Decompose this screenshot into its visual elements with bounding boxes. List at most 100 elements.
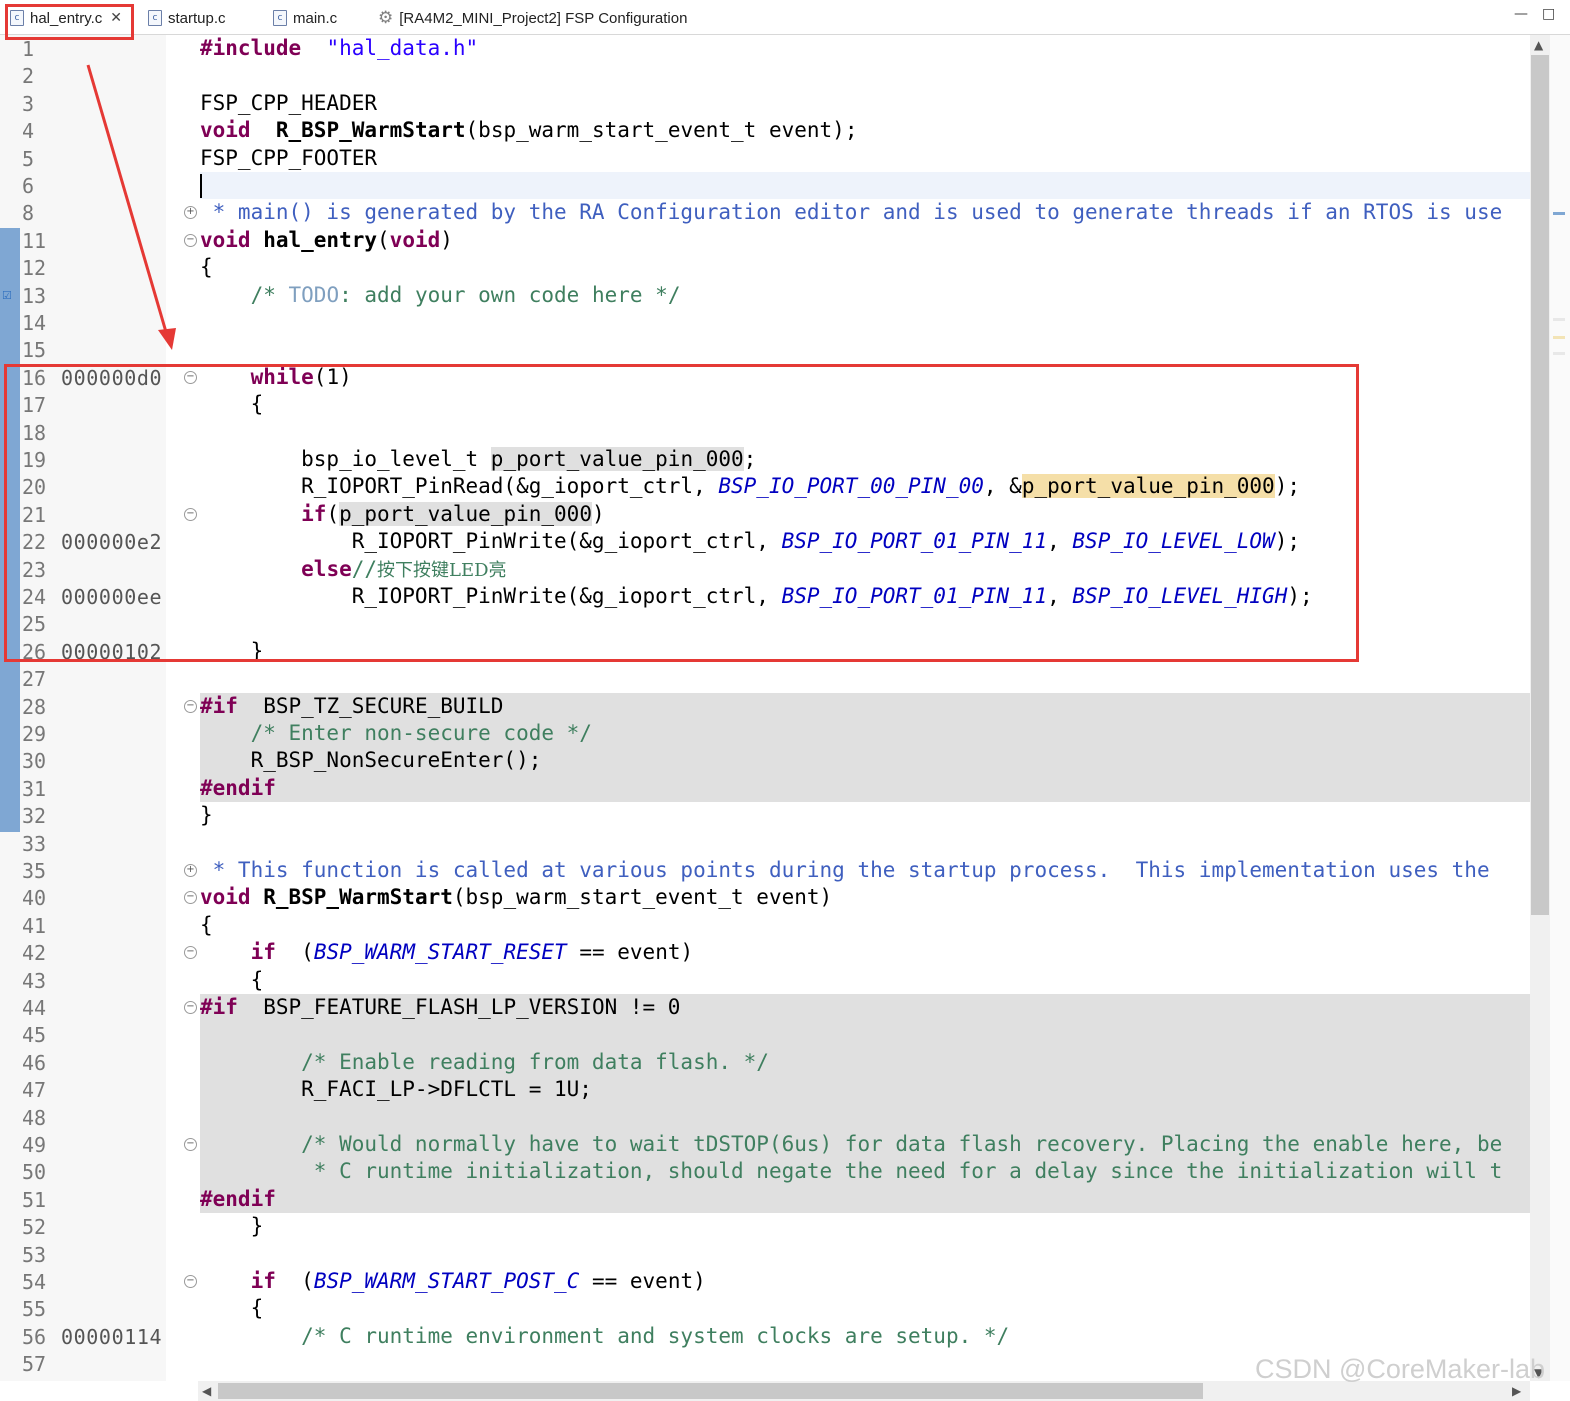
code-text: { bbox=[200, 967, 264, 994]
code-line[interactable]: 31 #endif bbox=[0, 774, 1530, 803]
overview-marker[interactable] bbox=[1553, 318, 1565, 321]
code-token: hal_entry bbox=[250, 227, 378, 252]
code-line[interactable]: 14 bbox=[0, 309, 1530, 336]
code-line[interactable]: 4 void R_BSP_WarmStart(bsp_warm_start_eve… bbox=[0, 117, 1530, 144]
tab-label: [RA4M2_MINI_Project2] FSP Configuration bbox=[399, 9, 688, 27]
fold-expand-icon[interactable]: + bbox=[184, 864, 197, 877]
code-text: #endif bbox=[200, 1186, 276, 1213]
fold-collapse-icon[interactable]: − bbox=[184, 1275, 197, 1288]
code-line[interactable]: 28 − #if BSP_TZ_SECURE_BUILD bbox=[0, 692, 1530, 720]
line-number: 11 bbox=[22, 228, 47, 253]
code-line[interactable]: 45 bbox=[0, 1021, 1530, 1049]
code-line[interactable]: 56 00000114 /* C runtime environment and … bbox=[0, 1323, 1530, 1350]
code-line[interactable]: 43 { bbox=[0, 967, 1530, 994]
overview-ruler[interactable] bbox=[1550, 35, 1570, 1381]
gear-icon: ⚙ bbox=[378, 8, 394, 28]
code-line[interactable]: 15 bbox=[0, 336, 1530, 363]
code-line[interactable]: 46 /* Enable reading from data flash. */ bbox=[0, 1048, 1530, 1077]
code-text: * This function is called at various poi… bbox=[200, 857, 1490, 884]
code-line[interactable]: 40 − void R_BSP_WarmStart(bsp_warm_start_e… bbox=[0, 884, 1530, 911]
code-line[interactable]: 33 bbox=[0, 830, 1530, 857]
code-line[interactable]: 48 bbox=[0, 1103, 1530, 1131]
code-line[interactable]: 29 /* Enter non-secure code */ bbox=[0, 720, 1530, 748]
code-line[interactable]: 44 − #if BSP_FEATURE_FLASH_LP_VERSION != 0 bbox=[0, 994, 1530, 1022]
code-text: R_BSP_NonSecureEnter(); bbox=[200, 747, 542, 774]
fold-collapse-icon[interactable]: − bbox=[184, 1138, 197, 1151]
code-line[interactable]: 49 − /* Would normally have to wait tDSTO… bbox=[0, 1131, 1530, 1159]
code-token: == event) bbox=[566, 940, 694, 965]
code-text: #if BSP_FEATURE_FLASH_LP_VERSION != 0 bbox=[200, 994, 680, 1021]
overview-marker[interactable] bbox=[1553, 212, 1565, 215]
fold-collapse-icon[interactable]: − bbox=[184, 233, 197, 247]
code-text: /* C runtime environment and system cloc… bbox=[200, 1323, 1009, 1350]
fold-collapse-icon[interactable]: − bbox=[184, 699, 197, 713]
overview-marker[interactable] bbox=[1553, 336, 1565, 339]
code-line[interactable]: 54 − if (BSP_WARM_START_POST_C == event) bbox=[0, 1268, 1530, 1295]
current-line-highlight bbox=[200, 172, 1530, 200]
overview-marker[interactable] bbox=[1553, 352, 1565, 355]
horizontal-scroll-thumb[interactable] bbox=[218, 1383, 1203, 1399]
line-number: 33 bbox=[22, 831, 47, 856]
code-token: R_FACI_LP->DFLCTL = 1U; bbox=[200, 1077, 592, 1102]
fold-expand-icon[interactable]: + bbox=[184, 206, 197, 220]
fold-collapse-icon[interactable]: − bbox=[184, 1001, 197, 1014]
code-token: /* Enter non-secure code */ bbox=[200, 721, 592, 745]
code-token: } bbox=[200, 1214, 264, 1239]
code-line[interactable]: 11− void hal_entry(void) bbox=[0, 227, 1530, 254]
code-line[interactable]: 5 FSP_CPP_FOOTER bbox=[0, 145, 1530, 172]
code-line[interactable]: 6 bbox=[0, 172, 1530, 200]
line-number: 14 bbox=[22, 311, 47, 335]
code-token: #include bbox=[200, 36, 302, 60]
code-editor[interactable]: 1 #include "hal_data.h" 2 3 FSP_CPP_HEADER 4 v… bbox=[0, 35, 1530, 1381]
maximize-button[interactable]: □ bbox=[1542, 6, 1555, 22]
code-line[interactable]: 1 #include "hal_data.h" bbox=[0, 35, 1530, 62]
code-line[interactable]: 52 } bbox=[0, 1213, 1530, 1240]
code-line[interactable]: 8 + * main() is generated by the RA Confi… bbox=[0, 199, 1530, 226]
line-number: 41 bbox=[22, 913, 47, 938]
code-line[interactable]: 3 FSP_CPP_HEADER bbox=[0, 90, 1530, 117]
code-line[interactable]: 2 bbox=[0, 62, 1530, 89]
code-token: : add your own code here */ bbox=[339, 282, 681, 307]
code-token: == event) bbox=[579, 1269, 706, 1293]
code-line[interactable]: 47 R_FACI_LP->DFLCTL = 1U; bbox=[0, 1076, 1530, 1104]
scroll-up-arrow-icon[interactable]: ▲ bbox=[1534, 38, 1543, 52]
c-file-icon: c bbox=[273, 10, 287, 26]
code-line[interactable]: 13 ☑ /* TODO: add your own code here */ bbox=[0, 282, 1530, 309]
tab-fsp-configuration[interactable]: ⚙ [RA4M2_MINI_Project2] FSP Configuratio… bbox=[378, 5, 687, 31]
scroll-left-arrow-icon[interactable]: ◀ bbox=[202, 1384, 211, 1398]
fold-collapse-icon[interactable]: − bbox=[184, 891, 197, 905]
annotation-tab-highlight bbox=[5, 4, 134, 40]
code-line[interactable]: 35 + * This function is called at various… bbox=[0, 857, 1530, 884]
code-token: BSP_WARM_START_POST_C bbox=[313, 1269, 580, 1293]
fold-collapse-icon[interactable]: − bbox=[184, 946, 197, 960]
code-line[interactable]: 51 #endif bbox=[0, 1185, 1530, 1214]
tab-startup[interactable]: c startup.c bbox=[148, 5, 226, 31]
code-line[interactable]: 41 { bbox=[0, 912, 1530, 939]
code-line[interactable]: 50 * C runtime initialization, should ne… bbox=[0, 1158, 1530, 1186]
code-line[interactable]: 12 { bbox=[0, 254, 1530, 281]
code-token: } bbox=[200, 803, 213, 828]
code-line[interactable]: 53 bbox=[0, 1241, 1530, 1268]
line-number: 54 bbox=[22, 1270, 47, 1294]
code-text: void R_BSP_WarmStart(bsp_warm_start_even… bbox=[200, 117, 857, 144]
code-line[interactable]: 27 bbox=[0, 665, 1530, 692]
code-line[interactable]: 42 − if (BSP_WARM_START_RESET == event) bbox=[0, 939, 1530, 966]
code-text: * C runtime initialization, should negat… bbox=[200, 1158, 1502, 1185]
code-text: * main() is generated by the RA Configur… bbox=[200, 199, 1503, 226]
text-caret bbox=[200, 174, 202, 198]
code-token: ( bbox=[377, 227, 390, 252]
line-number: 6 bbox=[22, 174, 35, 198]
tab-main[interactable]: c main.c bbox=[273, 5, 337, 31]
vertical-scroll-thumb[interactable] bbox=[1531, 55, 1549, 915]
code-line[interactable]: 32} bbox=[0, 802, 1530, 829]
scroll-right-arrow-icon[interactable]: ▶ bbox=[1512, 1384, 1521, 1398]
code-token: BSP_WARM_START_RESET bbox=[313, 940, 567, 965]
code-line[interactable]: 55 { bbox=[0, 1295, 1530, 1322]
line-number: 8 bbox=[22, 201, 35, 226]
code-text: #include "hal_data.h" bbox=[200, 35, 478, 62]
task-marker-icon[interactable]: ☑ bbox=[2, 289, 16, 302]
minimize-button[interactable]: — bbox=[1514, 6, 1528, 22]
code-token: #endif bbox=[200, 775, 276, 800]
code-line[interactable]: 30 R_BSP_NonSecureEnter(); bbox=[0, 747, 1530, 775]
